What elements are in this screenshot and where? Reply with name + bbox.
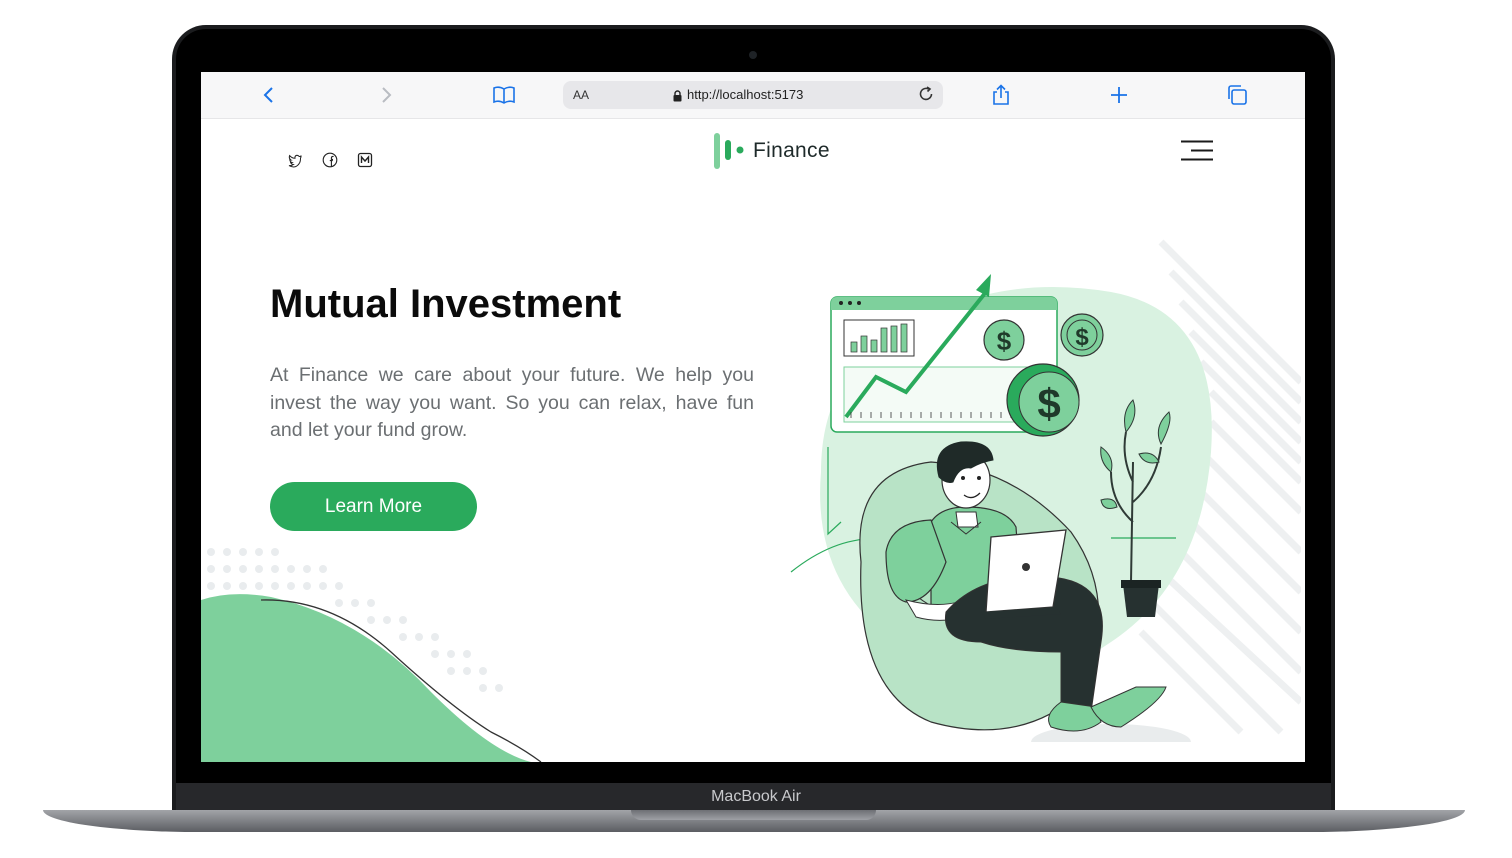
finance-logo-icon — [714, 133, 744, 169]
twitter-icon[interactable] — [287, 152, 303, 168]
investment-illustration: $ $ $ — [790, 239, 1301, 742]
svg-text:$: $ — [997, 326, 1012, 356]
svg-text:$: $ — [1075, 324, 1089, 351]
share-icon[interactable] — [988, 82, 1014, 108]
reload-icon[interactable] — [917, 85, 935, 108]
device-model-label: MacBook Air — [711, 788, 801, 805]
hero-title: Mutual Investment — [270, 282, 622, 326]
camera — [749, 51, 757, 59]
bookmarks-icon[interactable] — [491, 82, 517, 108]
brand-logo[interactable]: Finance — [713, 132, 830, 170]
svg-text:$: $ — [1037, 380, 1060, 427]
lock-icon — [673, 89, 682, 107]
hamburger-menu-icon[interactable] — [1180, 140, 1214, 167]
learn-more-button[interactable]: Learn More — [270, 482, 477, 531]
reader-aa-button[interactable]: AA — [573, 88, 589, 102]
browser-screen: AA http://localhost:5173 Finance Mutual … — [201, 72, 1305, 762]
facebook-icon[interactable] — [322, 152, 338, 168]
forward-icon[interactable] — [373, 82, 399, 108]
back-icon[interactable] — [256, 82, 282, 108]
laptop-hinge-notch — [631, 810, 876, 820]
url-text: http://localhost:5173 — [687, 87, 804, 102]
browser-toolbar: AA http://localhost:5173 — [201, 72, 1305, 119]
tabs-icon[interactable] — [1224, 82, 1250, 108]
decorative-wave — [201, 548, 542, 762]
new-tab-icon[interactable] — [1106, 82, 1132, 108]
medium-icon[interactable] — [357, 152, 373, 168]
logo-text: Finance — [753, 139, 830, 162]
address-bar[interactable]: AA http://localhost:5173 — [563, 81, 943, 109]
hero-description: At Finance we care about your future. We… — [270, 364, 754, 441]
